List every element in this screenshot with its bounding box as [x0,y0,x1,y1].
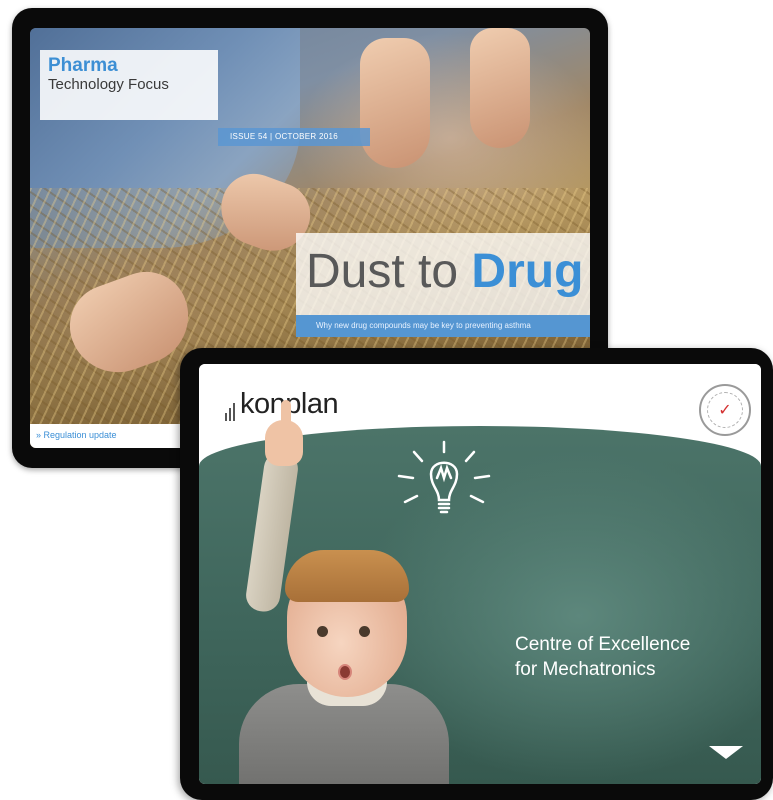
konplan-headline: Centre of Excellence for Mechatronics [515,632,745,682]
brand-subtitle: Technology Focus [48,76,169,93]
child-mouth [338,664,352,680]
cover-photo-foot [470,28,530,148]
headline-accent: Drug [471,245,584,298]
cover-headline: Dust to Drug [306,233,590,311]
regulation-update-link[interactable]: » Regulation update [36,430,117,440]
child-finger [281,400,291,428]
pharma-brand-logo: Pharma Technology Focus [40,50,218,120]
tablet-showcase: Pharma Technology Focus ISSUE 54 | OCTOB… [0,0,773,800]
cover-headline-box: Dust to Drug [296,233,590,315]
child-eye [317,626,328,637]
child-hair [285,550,409,602]
tablet-konplan: konplan ✓ [180,348,773,800]
seal-check-icon: ✓ [707,392,743,428]
headline-light: Dust to [306,245,472,298]
cover-photo-foot [360,38,430,168]
headline-line-1: Centre of Excellence [515,634,691,655]
child-eye [359,626,370,637]
logo-bars-icon [225,399,237,421]
chevron-down-icon[interactable] [709,746,743,759]
konplan-screen: konplan ✓ [199,364,761,784]
lightbulb-icon [397,440,491,514]
issue-tag: ISSUE 54 | OCTOBER 2016 [218,128,370,146]
brand-title: Pharma [48,55,118,76]
headline-line-2: for Mechatronics [515,659,656,680]
cover-subline: Why new drug compounds may be key to pre… [296,315,590,337]
certification-seal-icon: ✓ [699,384,751,436]
